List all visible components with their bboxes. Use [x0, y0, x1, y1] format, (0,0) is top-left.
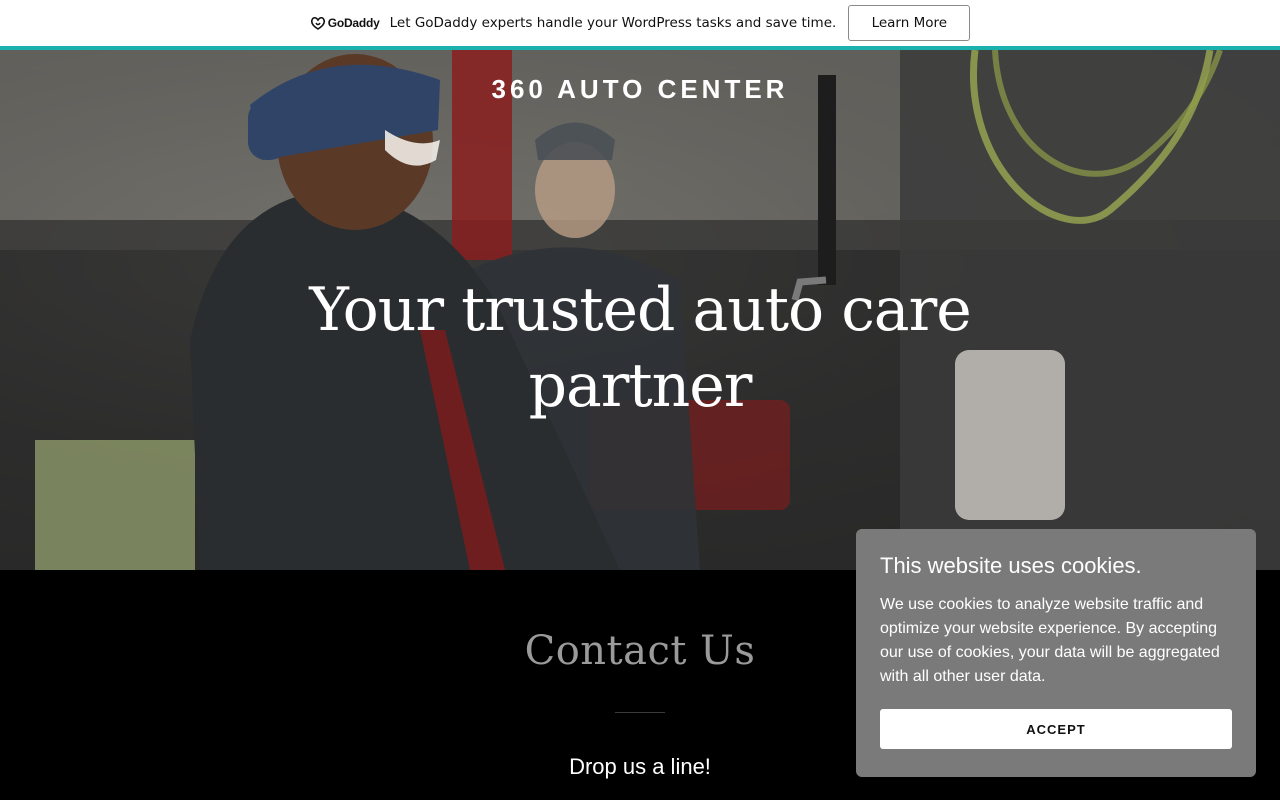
promo-message: Let GoDaddy experts handle your WordPres… [389, 15, 837, 31]
promo-banner: GoDaddy Let GoDaddy experts handle your … [0, 0, 1280, 50]
site-brand[interactable]: 360 AUTO CENTER [0, 74, 1280, 105]
learn-more-button[interactable]: Learn More [848, 5, 971, 41]
hero-section: 360 AUTO CENTER Your trusted auto care p… [0, 50, 1280, 570]
godaddy-logo-icon [310, 16, 325, 30]
cookie-consent-panel: This website uses cookies. We use cookie… [856, 529, 1256, 777]
cookie-accept-button[interactable]: ACCEPT [880, 709, 1232, 749]
godaddy-logo: GoDaddy [310, 16, 380, 30]
hero-headline: Your trusted auto care partner [309, 275, 972, 421]
cookie-title: This website uses cookies. [880, 553, 1142, 578]
contact-divider [615, 712, 665, 713]
godaddy-logo-text: GoDaddy [327, 16, 380, 30]
cookie-body: We use cookies to analyze website traffi… [880, 596, 1220, 685]
